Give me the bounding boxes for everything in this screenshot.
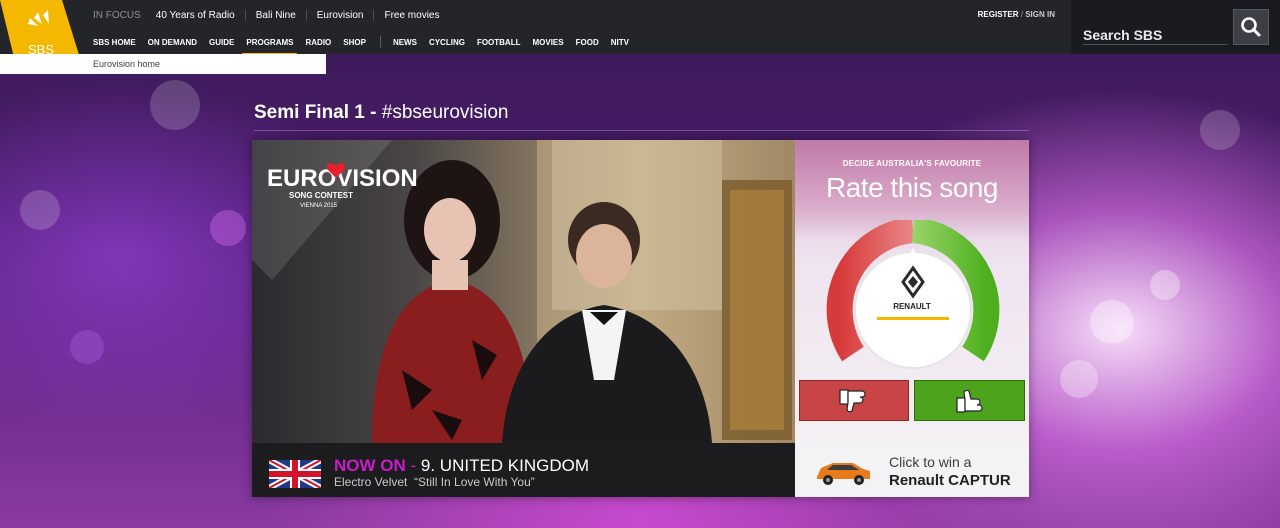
- nav-radio[interactable]: RADIO: [305, 38, 331, 47]
- bokeh-light: [70, 330, 104, 364]
- bokeh-light: [1060, 360, 1098, 398]
- title-divider: [254, 130, 1029, 131]
- focus-link-40-years[interactable]: 40 Years of Radio: [156, 10, 245, 21]
- nav-football[interactable]: FOOTBALL: [477, 38, 521, 47]
- in-focus-bar: IN FOCUS 40 Years of Radio Bali Nine Eur…: [93, 8, 449, 22]
- thumbs-up-button[interactable]: [914, 380, 1025, 421]
- bokeh-light: [210, 210, 246, 246]
- now-on-label: NOW ON: [334, 456, 406, 475]
- nav-news[interactable]: NEWS: [393, 38, 417, 47]
- focus-link-free-movies[interactable]: Free movies: [373, 9, 449, 21]
- focus-link-eurovision[interactable]: Eurovision: [305, 9, 374, 21]
- account-links: REGISTER / SIGN IN: [978, 10, 1055, 19]
- nav-nitv[interactable]: NITV: [611, 38, 629, 47]
- now-on-heading: NOW ON - 9. UNITED KINGDOM: [334, 456, 589, 476]
- search-icon: [1241, 17, 1261, 37]
- page-title-hashtag: #sbseurovision: [381, 102, 509, 123]
- sponsor-name: RENAULT: [893, 302, 931, 311]
- svg-text:SONG CONTEST: SONG CONTEST: [289, 191, 353, 200]
- thumbs-down-button[interactable]: [799, 380, 909, 421]
- sub-navigation: Eurovision home: [0, 54, 326, 74]
- nav-movies[interactable]: MOVIES: [532, 38, 563, 47]
- focus-link-bali-nine[interactable]: Bali Nine: [244, 9, 306, 21]
- bokeh-light: [150, 80, 200, 130]
- artist-name: Electro Velvet: [334, 475, 408, 489]
- rating-panel: DECIDE AUSTRALIA'S FAVOURITE Rate this s…: [795, 140, 1029, 443]
- nav-guide[interactable]: GUIDE: [209, 38, 234, 47]
- search-button[interactable]: [1233, 9, 1269, 45]
- nav-divider: [379, 36, 381, 48]
- main-nav: SBS HOME ON DEMAND GUIDE PROGRAMS RADIO …: [93, 36, 641, 56]
- page-title: Semi Final 1 - #sbseurovision: [254, 102, 509, 124]
- renault-ad[interactable]: Click to win a Renault CAPTUR: [795, 443, 1029, 497]
- thumbs-down-icon: [839, 389, 866, 413]
- bokeh-light: [1090, 300, 1134, 344]
- eurovision-home-link[interactable]: Eurovision home: [93, 59, 160, 69]
- ad-text-line1: Click to win a: [889, 454, 972, 470]
- svg-text:VIENNA 2015: VIENNA 2015: [300, 203, 338, 209]
- song-title: “Still In Love With You”: [414, 475, 535, 489]
- rating-heading: Rate this song: [826, 172, 999, 203]
- nav-cycling[interactable]: CYCLING: [429, 38, 465, 47]
- nav-food[interactable]: FOOD: [576, 38, 599, 47]
- country-entry: 9. UNITED KINGDOM: [420, 456, 590, 475]
- car-icon: [817, 463, 870, 485]
- bokeh-light: [1200, 110, 1240, 150]
- thumbs-up-icon: [956, 389, 983, 413]
- search-area: [1071, 0, 1280, 54]
- sign-in-link[interactable]: SIGN IN: [1025, 10, 1055, 19]
- performers-photo: EUROVISION SONG CONTEST VIENNA 2015: [252, 140, 795, 443]
- bokeh-light: [20, 190, 60, 230]
- now-playing-bar: NOW ON - 9. UNITED KINGDOM Electro Velve…: [252, 443, 795, 497]
- ad-text-line2: Renault CAPTUR: [889, 472, 1011, 489]
- eurovision-widget: EUROVISION SONG CONTEST VIENNA 2015 NOW …: [252, 140, 1029, 497]
- nav-programs[interactable]: PROGRAMS: [242, 38, 298, 56]
- rating-gauge[interactable]: [825, 220, 1001, 370]
- site-header: SBS IN FOCUS 40 Years of Radio Bali Nine…: [0, 0, 1280, 74]
- nav-on-demand[interactable]: ON DEMAND: [148, 38, 197, 47]
- rating-kicker: DECIDE AUSTRALIA'S FAVOURITE: [842, 159, 982, 168]
- union-jack-flag-icon: [269, 460, 321, 488]
- now-on-dash: -: [405, 456, 421, 475]
- nav-shop[interactable]: SHOP: [343, 38, 366, 47]
- in-focus-label: IN FOCUS: [93, 9, 141, 21]
- artist-song: Electro Velvet “Still In Love With You”: [334, 475, 535, 489]
- bokeh-light: [1150, 270, 1180, 300]
- nav-sbs-home[interactable]: SBS HOME: [93, 38, 136, 47]
- page-title-main: Semi Final 1 -: [254, 102, 382, 123]
- performers-illustration: EUROVISION SONG CONTEST VIENNA 2015: [252, 140, 795, 443]
- register-link[interactable]: REGISTER: [978, 10, 1019, 19]
- search-input[interactable]: [1083, 26, 1228, 45]
